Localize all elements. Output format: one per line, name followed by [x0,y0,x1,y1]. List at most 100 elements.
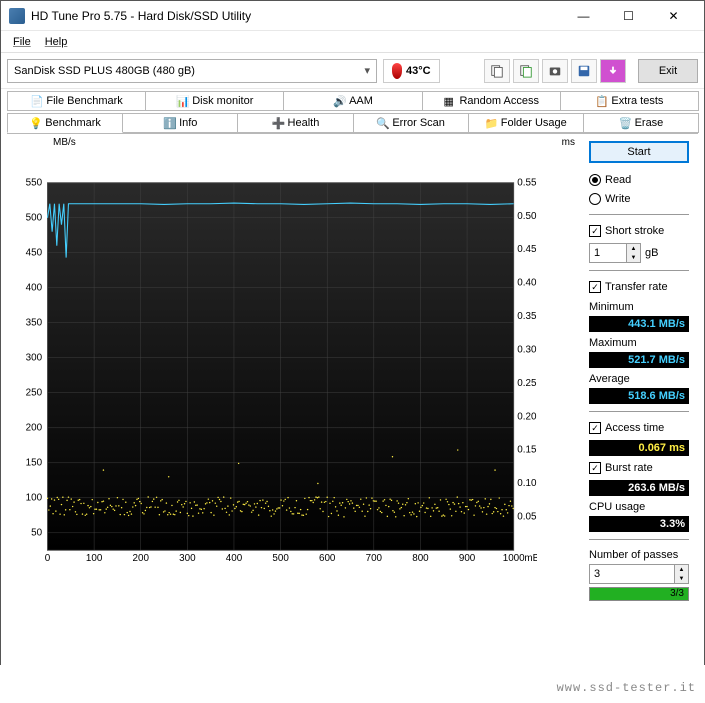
svg-text:0.45: 0.45 [517,244,537,255]
tab-error-scan[interactable]: 🔍Error Scan [353,113,469,133]
radio-icon [589,174,601,186]
load-button[interactable] [600,59,626,83]
check-transfer-rate[interactable]: ✓Transfer rate [589,278,689,296]
label-passes: Number of passes [589,549,689,561]
titlebar: HD Tune Pro 5.75 - Hard Disk/SSD Utility… [1,1,704,31]
temperature-display: 43°C [383,59,440,83]
svg-text:200: 200 [26,422,43,433]
device-select-value: SanDisk SSD PLUS 480GB (480 gB) [14,65,195,77]
svg-text:0.20: 0.20 [517,411,537,422]
label-average: Average [589,373,689,385]
svg-text:250: 250 [26,387,43,398]
svg-text:500: 500 [26,212,43,223]
tab-info[interactable]: ℹ️Info [122,113,238,133]
passes-input[interactable]: 3▲▼ [589,564,689,584]
svg-text:400: 400 [26,282,43,293]
tabs-row-2: 💡Benchmark ℹ️Info ➕Health 🔍Error Scan 📁F… [1,111,704,133]
short-stroke-unit: gB [645,247,658,259]
check-burst-rate[interactable]: ✓Burst rate [589,459,689,477]
short-stroke-input[interactable]: 1▲▼ [589,243,641,263]
app-icon [9,8,25,24]
label-minimum: Minimum [589,301,689,313]
svg-text:900: 900 [459,553,476,564]
benchmark-sidebar: Start Read Write ✓Short stroke 1▲▼ gB ✓T… [589,141,689,697]
svg-text:0.05: 0.05 [517,512,537,523]
passes-progress: 3/3 [589,587,689,601]
save-button[interactable] [571,59,597,83]
spinner-down[interactable]: ▼ [627,253,640,262]
svg-text:400: 400 [226,553,243,564]
minimize-button[interactable]: — [561,2,606,30]
svg-text:150: 150 [26,457,43,468]
monitor-icon: 📊 [176,95,188,107]
svg-text:1000: 1000 [503,553,525,564]
label-maximum: Maximum [589,337,689,349]
thermometer-icon [392,63,402,79]
health-icon: ➕ [272,117,284,129]
window-title: HD Tune Pro 5.75 - Hard Disk/SSD Utility [31,9,561,23]
svg-text:550: 550 [26,177,43,188]
tab-benchmark[interactable]: 💡Benchmark [7,113,123,133]
menubar: File Help [1,31,704,53]
label-cpu: CPU usage [589,501,689,513]
svg-text:350: 350 [26,317,43,328]
svg-text:800: 800 [412,553,429,564]
svg-text:500: 500 [272,553,289,564]
menu-help[interactable]: Help [39,34,74,50]
tab-folder-usage[interactable]: 📁Folder Usage [468,113,584,133]
value-maximum: 521.7 MB/s [589,352,689,368]
check-short-stroke[interactable]: ✓Short stroke [589,222,689,240]
benchmark-chart: MB/s ms 50100150200250300350400450500550… [7,141,585,611]
exit-button[interactable]: Exit [638,59,698,83]
value-access-time: 0.067 ms [589,440,689,456]
copy-info-button[interactable] [484,59,510,83]
radio-read[interactable]: Read [589,172,689,188]
tab-file-benchmark[interactable]: 📄File Benchmark [7,91,146,111]
folder-icon: 📁 [485,117,497,129]
y-right-label: ms [562,137,575,148]
spinner-up[interactable]: ▲ [627,244,640,253]
radio-write[interactable]: Write [589,191,689,207]
chart-canvas: 501001502002503003504004505005500.050.10… [17,151,537,591]
start-button[interactable]: Start [589,141,689,163]
maximize-button[interactable]: ☐ [606,2,651,30]
screenshot-button[interactable] [542,59,568,83]
svg-text:0: 0 [45,553,51,564]
magnify-icon: 🔍 [376,117,388,129]
info-icon: ℹ️ [163,117,175,129]
tabs-row-1: 📄File Benchmark 📊Disk monitor 🔊AAM ▦Rand… [1,89,704,111]
svg-text:0.40: 0.40 [517,278,537,289]
svg-text:0.50: 0.50 [517,211,537,222]
checkbox-icon: ✓ [589,281,601,293]
menu-file[interactable]: File [7,34,37,50]
svg-text:200: 200 [132,553,149,564]
tab-extra-tests[interactable]: 📋Extra tests [560,91,699,111]
tab-aam[interactable]: 🔊AAM [283,91,422,111]
spinner-down[interactable]: ▼ [675,574,688,583]
svg-text:0.25: 0.25 [517,378,537,389]
bulb-icon: 💡 [29,117,41,129]
checkbox-icon: ✓ [589,225,601,237]
random-icon: ▦ [443,95,455,107]
file-benchmark-icon: 📄 [30,95,42,107]
svg-text:300: 300 [179,553,196,564]
tab-health[interactable]: ➕Health [237,113,353,133]
svg-text:450: 450 [26,247,43,258]
speaker-icon: 🔊 [333,95,345,107]
device-select[interactable]: SanDisk SSD PLUS 480GB (480 gB) [7,59,377,83]
copy-screenshot-button[interactable] [513,59,539,83]
checkbox-icon: ✓ [589,462,601,474]
spinner-up[interactable]: ▲ [675,565,688,574]
svg-text:0.55: 0.55 [517,177,537,188]
checkbox-icon: ✓ [589,422,601,434]
tab-disk-monitor[interactable]: 📊Disk monitor [145,91,284,111]
tab-random-access[interactable]: ▦Random Access [422,91,561,111]
tab-erase[interactable]: 🗑️Erase [583,113,699,133]
svg-text:0.35: 0.35 [517,311,537,322]
check-access-time[interactable]: ✓Access time [589,419,689,437]
trash-icon: 🗑️ [619,117,631,129]
svg-text:0.10: 0.10 [517,478,537,489]
svg-text:mB: mB [524,553,537,564]
content-pane: MB/s ms 50100150200250300350400450500550… [1,133,704,703]
close-button[interactable]: ✕ [651,2,696,30]
